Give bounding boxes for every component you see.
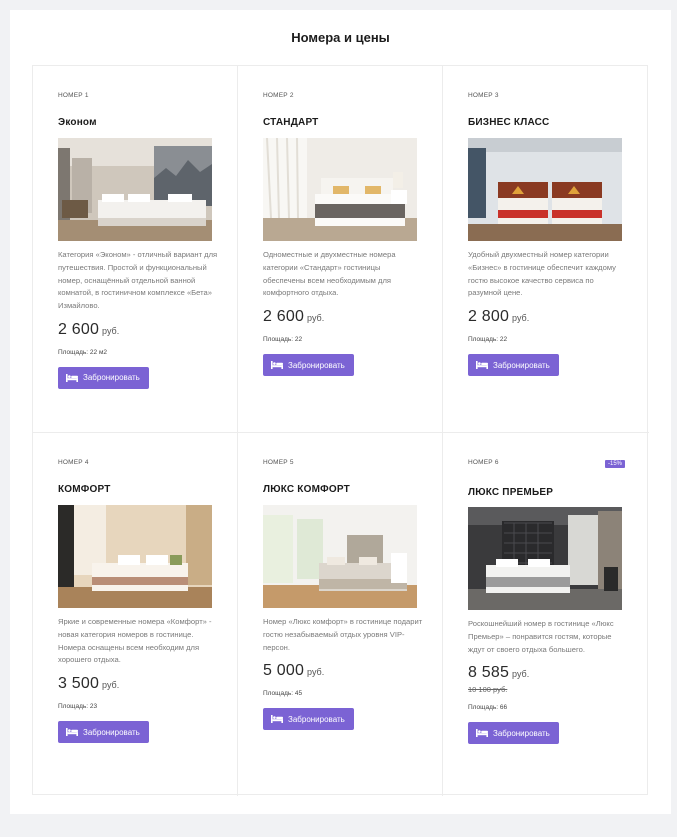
book-button[interactable]: Забронировать — [468, 722, 559, 745]
currency: руб. — [307, 667, 325, 678]
price-row: 2 600 руб. — [263, 308, 417, 326]
room-description: Категория «Эконом» - отличный вариант дл… — [58, 250, 218, 311]
room-number: Номер 1 — [58, 92, 89, 99]
book-button[interactable]: Забронировать — [263, 708, 354, 731]
book-button-label: Забронировать — [288, 714, 345, 724]
rooms-section: Номера и цены Номер 1 Эконом — [10, 10, 671, 814]
room-card: Номер 3 БИЗНЕС КЛАСС Удо — [443, 66, 649, 433]
room-photo[interactable] — [468, 138, 622, 241]
room-number: Номер 5 — [263, 459, 294, 466]
room-description: Одноместные и двухместные номера категор… — [263, 250, 396, 298]
room-photo[interactable] — [263, 138, 417, 241]
room-description: Роскошнейший номер в гостинице «Люкс Пре… — [468, 619, 614, 654]
book-button-label: Забронировать — [83, 727, 140, 737]
room-price: 2 600 — [58, 320, 100, 338]
currency: руб. — [102, 680, 120, 691]
room-price: 3 500 — [58, 675, 100, 693]
book-button-label: Забронировать — [493, 728, 550, 738]
room-description: Удобный двухместный номер категории «Биз… — [468, 250, 616, 298]
room-number: Номер 6 — [468, 459, 499, 466]
room-area: Площадь: 45 — [263, 690, 303, 698]
room-price: 5 000 — [263, 662, 305, 680]
book-button[interactable]: Забронировать — [468, 354, 559, 377]
room-title: КОМФОРТ — [58, 484, 111, 495]
room-number: Номер 2 — [263, 92, 294, 99]
price-row: 5 000 руб. — [263, 662, 417, 680]
bed-icon — [476, 729, 488, 738]
book-button[interactable]: Забронировать — [58, 721, 149, 744]
book-button-label: Забронировать — [288, 360, 345, 370]
room-title: БИЗНЕС КЛАСС — [468, 117, 550, 128]
price-row: 8 585 руб. — [468, 664, 624, 682]
room-card: Номер 1 Эконом — [33, 66, 238, 433]
room-area: Площадь: 22 м2 — [58, 348, 108, 356]
rooms-grid: Номер 1 Эконом — [32, 65, 649, 796]
room-title: СТАНДАРТ — [263, 117, 319, 128]
old-price: 10 100 руб. — [468, 685, 508, 695]
room-title: ЛЮКС КОМФОРТ — [263, 484, 350, 495]
room-area: Площадь: 22 — [468, 336, 508, 344]
room-area: Площадь: 22 — [263, 336, 303, 344]
currency: руб. — [512, 669, 530, 680]
room-description: Номер «Люкс комфорт» в гостинице подарит… — [263, 617, 423, 652]
room-photo[interactable] — [468, 507, 622, 610]
bed-icon — [66, 728, 78, 737]
bed-icon — [271, 361, 283, 370]
book-button[interactable]: Забронировать — [58, 366, 149, 389]
room-photo[interactable] — [58, 505, 212, 608]
room-card: Номер 5 ЛЮКС КОМФОРТ Номер «Люкс комфорт… — [238, 433, 443, 796]
room-card: Номер 6 -15% ЛЮКС ПРЕМЬЕР — [443, 433, 649, 796]
room-photo[interactable] — [58, 138, 212, 241]
room-number: Номер 4 — [58, 459, 89, 466]
section-title: Номера и цены — [291, 30, 390, 45]
price-row: 2 800 руб. — [468, 308, 624, 326]
room-card: Номер 4 КОМФОРТ Яркие и современные номе… — [33, 433, 238, 796]
book-button[interactable]: Забронировать — [263, 354, 354, 377]
currency: руб. — [102, 325, 120, 336]
room-price: 2 600 — [263, 308, 305, 326]
currency: руб. — [512, 313, 530, 324]
book-button-label: Забронировать — [493, 360, 550, 370]
room-photo[interactable] — [263, 505, 417, 608]
bed-icon — [271, 715, 283, 724]
room-area: Площадь: 66 — [468, 704, 508, 712]
currency: руб. — [307, 313, 325, 324]
room-title: ЛЮКС ПРЕМЬЕР — [468, 487, 554, 498]
room-price: 2 800 — [468, 308, 510, 326]
discount-badge: -15% — [604, 460, 625, 468]
room-price: 8 585 — [468, 664, 510, 682]
price-row: 3 500 руб. — [58, 675, 212, 693]
bed-icon — [476, 361, 488, 370]
room-title: Эконом — [58, 117, 97, 128]
room-description: Яркие и современные номера «Комфорт» - н… — [58, 617, 212, 665]
room-number: Номер 3 — [468, 92, 499, 99]
room-area: Площадь: 23 — [58, 703, 98, 711]
book-button-label: Забронировать — [83, 373, 140, 383]
room-card: Номер 2 СТАНДАРТ Одноместные и двух — [238, 66, 443, 433]
bed-icon — [66, 373, 78, 382]
price-row: 2 600 руб. — [58, 321, 212, 339]
